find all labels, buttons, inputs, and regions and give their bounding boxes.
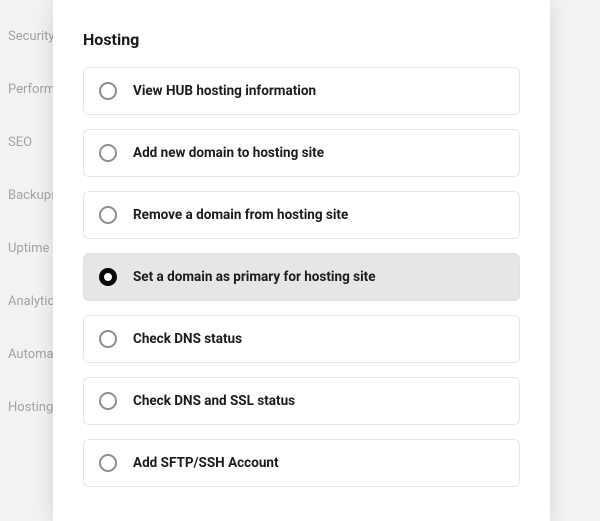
modal-title: Hosting [83,30,520,49]
option-add-sftp-ssh[interactable]: Add SFTP/SSH Account [83,439,520,487]
option-label: Set a domain as primary for hosting site [133,269,376,285]
radio-icon [99,268,117,286]
option-label: Add SFTP/SSH Account [133,455,279,471]
option-label: Check DNS status [133,331,242,347]
option-label: View HUB hosting information [133,83,316,99]
option-label: Add new domain to hosting site [133,145,324,161]
option-check-dns-ssl[interactable]: Check DNS and SSL status [83,377,520,425]
radio-icon [99,330,117,348]
radio-icon [99,144,117,162]
radio-icon [99,392,117,410]
option-remove-domain[interactable]: Remove a domain from hosting site [83,191,520,239]
radio-icon [99,454,117,472]
option-view-hub-hosting[interactable]: View HUB hosting information [83,67,520,115]
radio-icon [99,206,117,224]
option-add-domain[interactable]: Add new domain to hosting site [83,129,520,177]
hosting-modal: Hosting View HUB hosting information Add… [53,0,550,521]
radio-icon [99,82,117,100]
option-check-dns[interactable]: Check DNS status [83,315,520,363]
option-label: Remove a domain from hosting site [133,207,348,223]
option-label: Check DNS and SSL status [133,393,295,409]
option-set-primary-domain[interactable]: Set a domain as primary for hosting site [83,253,520,301]
